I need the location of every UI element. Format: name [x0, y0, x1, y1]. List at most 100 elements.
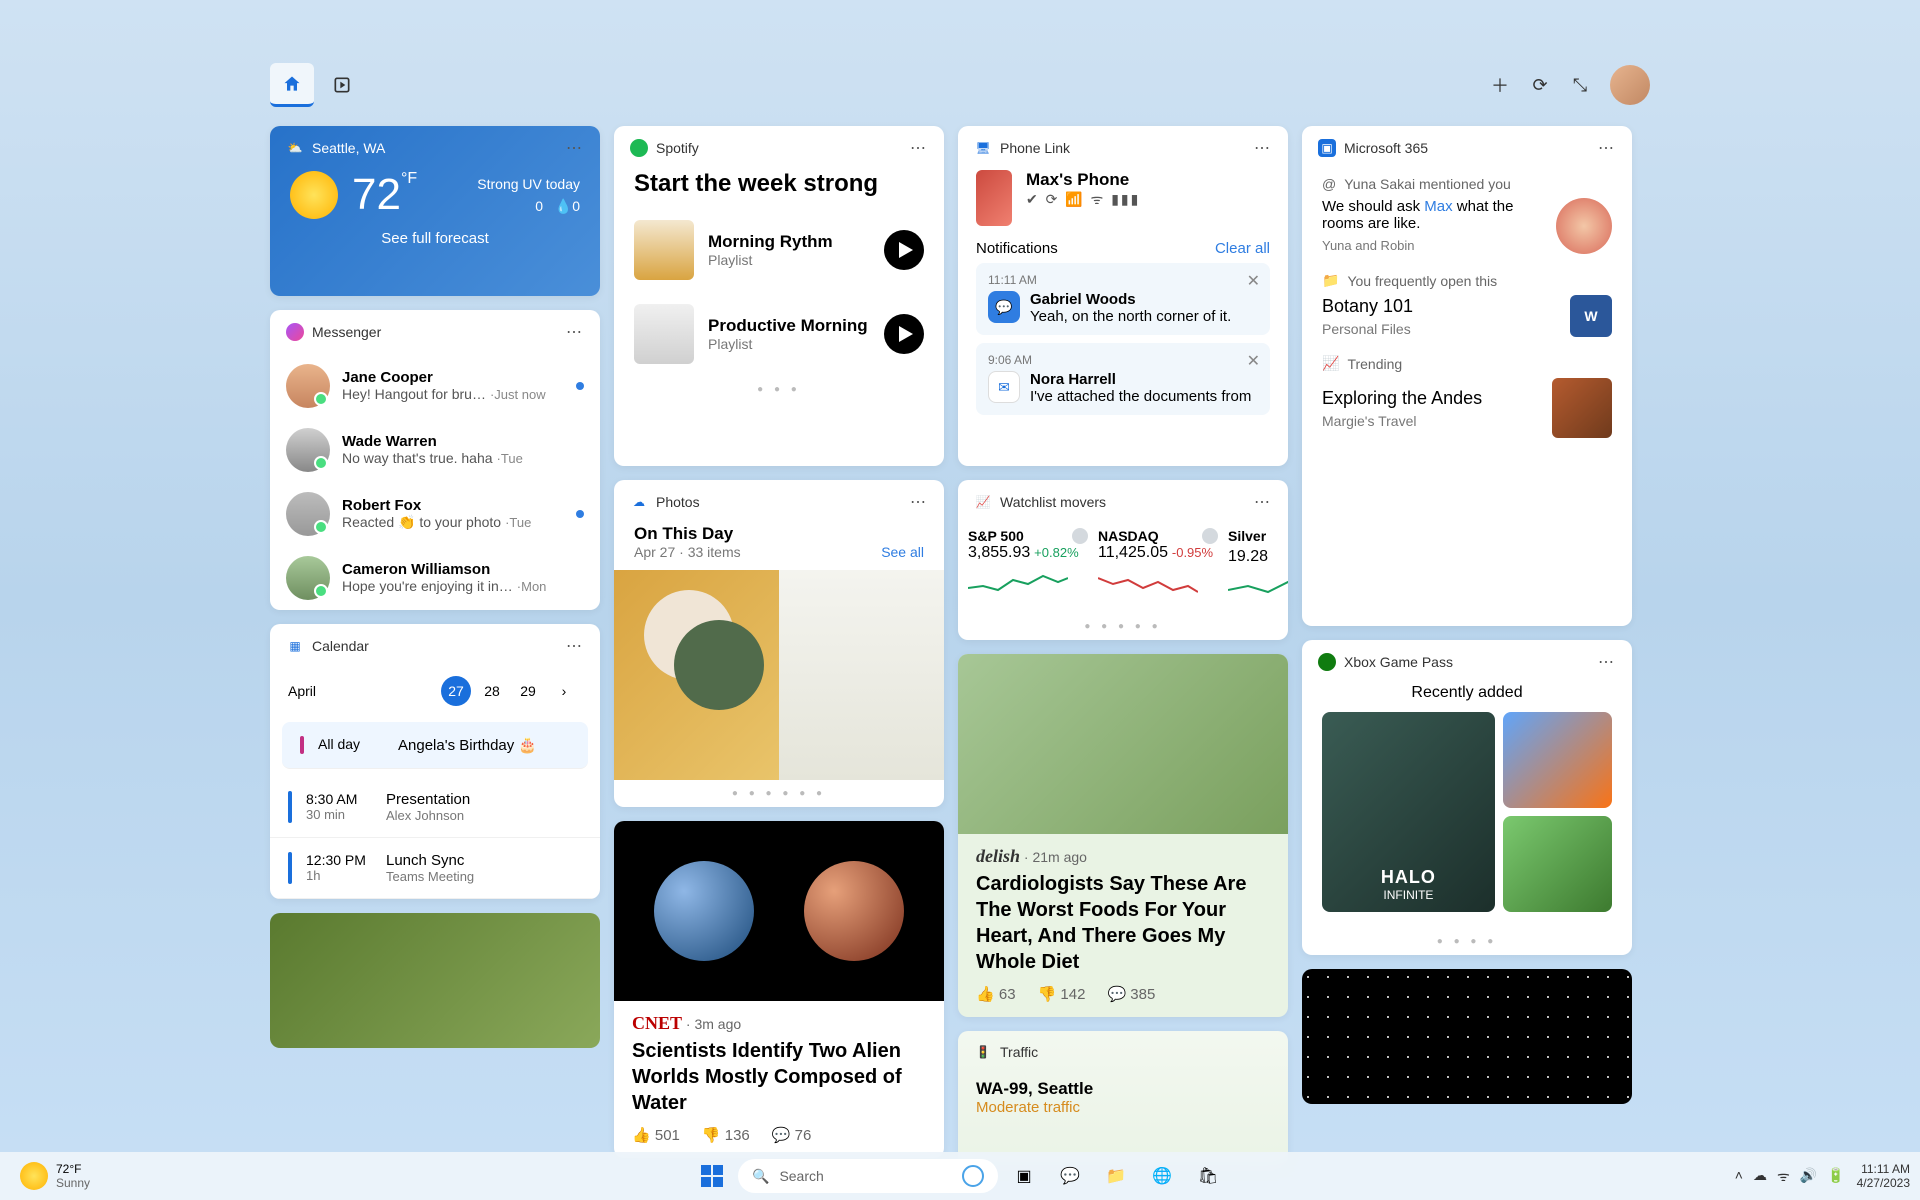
- phone-status-icons: ✔ ⟳ 📶 ᯤ ▮▮▮: [1026, 190, 1140, 209]
- m365-trending[interactable]: Exploring the AndesMargie's Travel: [1322, 378, 1612, 438]
- xbox-icon: [1318, 653, 1336, 671]
- game-tile[interactable]: [1503, 816, 1612, 912]
- edge-button[interactable]: 🌐: [1142, 1156, 1182, 1196]
- phone-notification[interactable]: 9:06 AM✕ ✉Nora HarrellI've attached the …: [976, 343, 1270, 415]
- photo-thumbnails[interactable]: [614, 570, 944, 780]
- news-card[interactable]: CNET · 3m ago Scientists Identify Two Al…: [614, 821, 944, 1158]
- news-image-card[interactable]: [1302, 969, 1632, 1104]
- news-card[interactable]: delish · 21m ago Cardiologists Say These…: [958, 654, 1288, 1017]
- notifications-header: Notifications: [976, 240, 1058, 257]
- add-widget-button[interactable]: ＋: [1480, 65, 1520, 105]
- pagination-dots[interactable]: ● ● ●: [614, 376, 944, 403]
- play-button[interactable]: [884, 314, 924, 354]
- user-avatar[interactable]: [1610, 65, 1650, 105]
- calendar-date[interactable]: 28: [477, 676, 507, 706]
- task-view-button[interactable]: ▣: [1004, 1156, 1044, 1196]
- close-icon[interactable]: ✕: [1247, 351, 1260, 371]
- dislike-button[interactable]: 👎 142: [1038, 985, 1086, 1003]
- spotify-playlist[interactable]: Morning RythmPlaylist: [614, 208, 944, 292]
- calendar-more-button[interactable]: ⋯: [566, 636, 584, 656]
- m365-more-button[interactable]: ⋯: [1598, 138, 1616, 158]
- weather-more-button[interactable]: ⋯: [566, 138, 584, 158]
- taskbar-clock[interactable]: 11:11 AM4/27/2023: [1857, 1162, 1910, 1191]
- messenger-item[interactable]: Jane CooperHey! Hangout for bru…·Just no…: [270, 354, 600, 418]
- folder-icon: 📁: [1322, 272, 1339, 289]
- photos-more-button[interactable]: ⋯: [910, 492, 928, 512]
- mail-icon: ✉: [988, 371, 1020, 403]
- like-button[interactable]: 👍 63: [976, 985, 1016, 1003]
- stock-item[interactable]: S&P 5003,855.93 +0.82%: [968, 528, 1088, 605]
- sun-icon: [290, 171, 338, 219]
- pagination-dots[interactable]: ● ● ● ● ●: [958, 613, 1288, 640]
- like-button[interactable]: 👍 501: [632, 1126, 680, 1144]
- close-icon[interactable]: ✕: [1247, 271, 1260, 291]
- game-tile[interactable]: HALOINFINITE: [1322, 712, 1495, 912]
- stock-item[interactable]: Silver19.28: [1228, 528, 1288, 605]
- play-button[interactable]: [884, 230, 924, 270]
- cloud-icon[interactable]: ☁: [1753, 1167, 1767, 1186]
- pagination-dots[interactable]: ● ● ● ●: [1302, 928, 1632, 955]
- check-icon: [1202, 528, 1218, 544]
- planet-icon: [804, 861, 904, 961]
- spotify-more-button[interactable]: ⋯: [910, 138, 928, 158]
- comments-button[interactable]: 💬 385: [1107, 985, 1155, 1003]
- calendar-event[interactable]: 8:30 AM30 minPresentationAlex Johnson: [270, 777, 600, 838]
- news-image-card[interactable]: [270, 913, 600, 1048]
- start-button[interactable]: [692, 1156, 732, 1196]
- photos-icon: ☁: [630, 493, 648, 511]
- weather-forecast-link[interactable]: See full forecast: [270, 220, 600, 263]
- traffic-widget[interactable]: 🚦Traffic WA-99, SeattleModerate traffic: [958, 1031, 1288, 1166]
- xbox-widget: Xbox Game Pass⋯ Recently added HALOINFIN…: [1302, 640, 1632, 955]
- photos-widget: ☁Photos⋯ On This Day Apr 27 · 33 itemsSe…: [614, 480, 944, 807]
- spotify-icon: [630, 139, 648, 157]
- spotify-playlist[interactable]: Productive MorningPlaylist: [614, 292, 944, 376]
- person-avatar: [1556, 198, 1612, 254]
- xbox-more-button[interactable]: ⋯: [1598, 652, 1616, 672]
- home-tab[interactable]: [270, 63, 314, 107]
- spotify-heading: Start the week strong: [614, 170, 944, 208]
- sun-icon: [20, 1162, 48, 1190]
- phonelink-more-button[interactable]: ⋯: [1254, 138, 1272, 158]
- watchlist-more-button[interactable]: ⋯: [1254, 492, 1272, 512]
- battery-icon[interactable]: 🔋: [1827, 1167, 1844, 1186]
- calendar-next-button[interactable]: ›: [549, 676, 579, 706]
- planet-icon: [654, 861, 754, 961]
- calendar-date[interactable]: 27: [441, 676, 471, 706]
- weather-temp: 72: [352, 170, 401, 219]
- game-tile[interactable]: [1503, 712, 1612, 808]
- chevron-up-icon[interactable]: ˄: [1735, 1167, 1743, 1186]
- system-tray[interactable]: ˄ ☁ ᯤ 🔊 🔋: [1735, 1167, 1845, 1186]
- unread-dot: [576, 510, 584, 518]
- calendar-event[interactable]: 12:30 PM1hLunch SyncTeams Meeting: [270, 838, 600, 899]
- taskbar-search[interactable]: 🔍Search: [738, 1159, 998, 1193]
- clear-all-button[interactable]: Clear all: [1215, 240, 1270, 257]
- messenger-item[interactable]: Cameron WilliamsonHope you're enjoying i…: [270, 546, 600, 610]
- volume-icon[interactable]: 🔊: [1800, 1167, 1817, 1186]
- photos-heading: On This Day: [634, 524, 924, 544]
- calendar-widget: ▦Calendar⋯ April 27 28 29 › All dayAngel…: [270, 624, 600, 899]
- wifi-icon[interactable]: ᯤ: [1777, 1167, 1790, 1186]
- calendar-date[interactable]: 29: [513, 676, 543, 706]
- collapse-button[interactable]: ⤡: [1560, 65, 1600, 105]
- document-thumbnail: [1552, 378, 1612, 438]
- refresh-button[interactable]: ⟳: [1520, 65, 1560, 105]
- play-tab[interactable]: [320, 63, 364, 107]
- phone-notification[interactable]: 11:11 AM✕ 💬Gabriel WoodsYeah, on the nor…: [976, 263, 1270, 335]
- explorer-button[interactable]: 📁: [1096, 1156, 1136, 1196]
- messenger-more-button[interactable]: ⋯: [566, 322, 584, 342]
- message-icon: 💬: [988, 291, 1020, 323]
- messenger-item[interactable]: Wade WarrenNo way that's true. haha·Tue: [270, 418, 600, 482]
- calendar-event[interactable]: All dayAngela's Birthday 🎂: [282, 722, 588, 769]
- see-all-link[interactable]: See all: [881, 544, 924, 560]
- weather-widget[interactable]: ⛅Seattle, WA⋯ 72°F Strong UV today 0 💧0 …: [270, 126, 600, 296]
- m365-document[interactable]: Botany 101Personal Files W: [1322, 295, 1612, 337]
- m365-mention[interactable]: We should ask Max what the rooms are lik…: [1322, 198, 1612, 254]
- dislike-button[interactable]: 👎 136: [702, 1126, 750, 1144]
- pagination-dots[interactable]: ● ● ● ● ● ●: [614, 780, 944, 807]
- comments-button[interactable]: 💬 76: [772, 1126, 812, 1144]
- messenger-item[interactable]: Robert FoxReacted 👏 to your photo·Tue: [270, 482, 600, 546]
- chat-button[interactable]: 💬: [1050, 1156, 1090, 1196]
- store-button[interactable]: 🛍: [1188, 1156, 1228, 1196]
- taskbar-weather[interactable]: 72°FSunny: [10, 1158, 140, 1194]
- stock-item[interactable]: NASDAQ11,425.05 -0.95%: [1098, 528, 1218, 605]
